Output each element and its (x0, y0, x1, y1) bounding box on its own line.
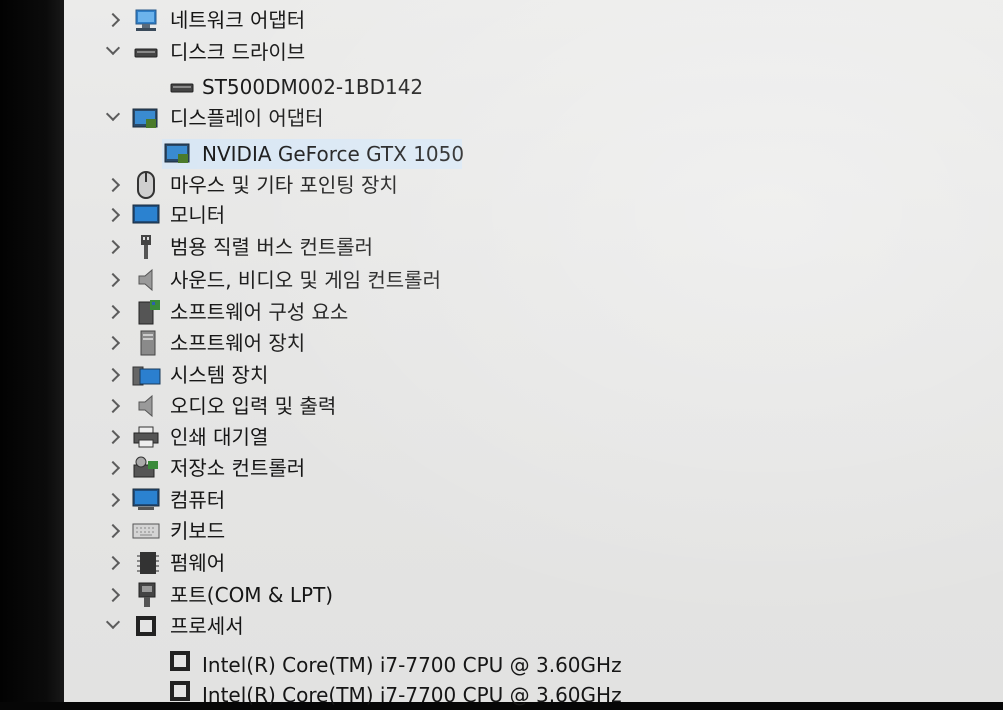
tree-item-label: 마우스 및 기타 포인팅 장치 (170, 173, 398, 197)
device-label: NVIDIA GeForce GTX 1050 (202, 142, 465, 166)
tree-item-network-adapters[interactable]: 네트워크 어댑터 (100, 5, 340, 35)
speaker-icon (136, 394, 158, 422)
chevron-right-icon[interactable] (105, 367, 121, 383)
tree-item-sound-video-game[interactable]: 사운드, 비디오 및 게임 컨트롤러 (100, 265, 500, 295)
chevron-down-icon[interactable] (105, 106, 121, 122)
network-adapter-icon (134, 8, 160, 36)
chevron-right-icon[interactable] (105, 587, 121, 603)
monitor-icon (132, 204, 162, 230)
keyboard-icon (132, 522, 162, 544)
tree-item-system-devices[interactable]: 시스템 장치 (100, 360, 320, 390)
usb-icon (138, 233, 156, 265)
tree-item-label: 키보드 (170, 519, 226, 543)
firmware-icon (136, 550, 160, 580)
tree-item-processors[interactable]: 프로세서 (100, 611, 320, 641)
chevron-right-icon[interactable] (105, 177, 121, 193)
tree-item-label: 사운드, 비디오 및 게임 컨트롤러 (170, 268, 441, 292)
chevron-right-icon[interactable] (105, 304, 121, 320)
port-icon (136, 581, 158, 613)
tree-item-firmware[interactable]: 펌웨어 (100, 548, 300, 578)
tree-item-usb-controllers[interactable]: 범용 직렬 버스 컨트롤러 (100, 232, 420, 262)
tree-item-label: 소프트웨어 구성 요소 (170, 300, 349, 324)
processor-icon (168, 649, 192, 677)
computer-icon (132, 488, 162, 516)
chevron-right-icon[interactable] (105, 12, 121, 28)
device-display-adapter-selected[interactable]: NVIDIA GeForce GTX 1050 (162, 139, 465, 170)
tree-item-computer[interactable]: 컴퓨터 (100, 485, 300, 515)
chevron-down-icon[interactable] (105, 614, 121, 630)
device-label: Intel(R) Core(TM) i7-7700 CPU @ 3.60GHz (202, 683, 622, 707)
tree-item-label: 프로세서 (170, 614, 244, 638)
monitor-bezel (0, 0, 66, 702)
chevron-right-icon[interactable] (105, 492, 121, 508)
tree-item-label: 디스크 드라이브 (170, 40, 306, 64)
tree-item-label: 모니터 (170, 203, 226, 227)
device-label: ST500DM002-1BD142 (202, 75, 424, 99)
tree-item-display-adapters[interactable]: 디스플레이 어댑터 (100, 103, 360, 133)
disk-drive-icon (170, 80, 196, 99)
display-adapter-icon (164, 142, 192, 170)
tree-item-storage-controllers[interactable]: 저장소 컨트롤러 (100, 453, 360, 483)
tree-item-label: 펌웨어 (170, 551, 226, 575)
software-device-icon (138, 329, 158, 361)
processor-icon (134, 614, 158, 642)
mouse-icon (136, 171, 158, 203)
system-device-icon (132, 363, 162, 391)
tree-item-software-components[interactable]: 소프트웨어 구성 요소 (100, 297, 400, 327)
tree-item-keyboards[interactable]: 키보드 (100, 516, 300, 546)
chevron-right-icon[interactable] (105, 555, 121, 571)
tree-item-print-queues[interactable]: 인쇄 대기열 (100, 422, 320, 452)
chevron-down-icon[interactable] (105, 40, 121, 56)
tree-item-disk-drives[interactable]: 디스크 드라이브 (100, 37, 340, 67)
tree-item-label: 컴퓨터 (170, 488, 226, 512)
chevron-right-icon[interactable] (105, 398, 121, 414)
chevron-right-icon[interactable] (105, 239, 121, 255)
tree-item-label: 저장소 컨트롤러 (170, 456, 306, 480)
chevron-right-icon[interactable] (105, 460, 121, 476)
chevron-right-icon[interactable] (105, 429, 121, 445)
tree-item-audio-inputs-outputs[interactable]: 오디오 입력 및 출력 (100, 391, 400, 421)
tree-item-mice[interactable]: 마우스 및 기타 포인팅 장치 (100, 170, 440, 200)
tree-item-software-devices[interactable]: 소프트웨어 장치 (100, 328, 360, 358)
tree-item-label: 네트워크 어댑터 (170, 8, 306, 32)
tree-item-ports[interactable]: 포트(COM & LPT) (100, 580, 360, 610)
chevron-right-icon[interactable] (105, 523, 121, 539)
device-disk-drive[interactable]: ST500DM002-1BD142 (168, 72, 438, 102)
processor-icon (168, 679, 192, 707)
disk-drive-icon (134, 45, 160, 64)
tree-item-label: 인쇄 대기열 (170, 425, 269, 449)
device-processor[interactable]: Intel(R) Core(TM) i7-7700 CPU @ 3.60GHz (166, 646, 626, 677)
tree-item-label: 포트(COM & LPT) (170, 583, 334, 607)
software-component-icon (136, 298, 162, 330)
chevron-right-icon[interactable] (105, 207, 121, 223)
chevron-right-icon[interactable] (105, 272, 121, 288)
tree-item-label: 범용 직렬 버스 컨트롤러 (170, 235, 374, 259)
display-adapter-icon (132, 107, 160, 135)
storage-controller-icon (132, 455, 162, 485)
tree-item-monitors[interactable]: 모니터 (100, 200, 300, 230)
speaker-icon (136, 268, 158, 296)
chevron-right-icon[interactable] (105, 335, 121, 351)
tree-item-label: 시스템 장치 (170, 363, 269, 387)
tree-item-label: 오디오 입력 및 출력 (170, 394, 337, 418)
tree-item-label: 소프트웨어 장치 (170, 331, 306, 355)
tree-item-label: 디스플레이 어댑터 (170, 106, 324, 130)
printer-icon (132, 426, 160, 452)
